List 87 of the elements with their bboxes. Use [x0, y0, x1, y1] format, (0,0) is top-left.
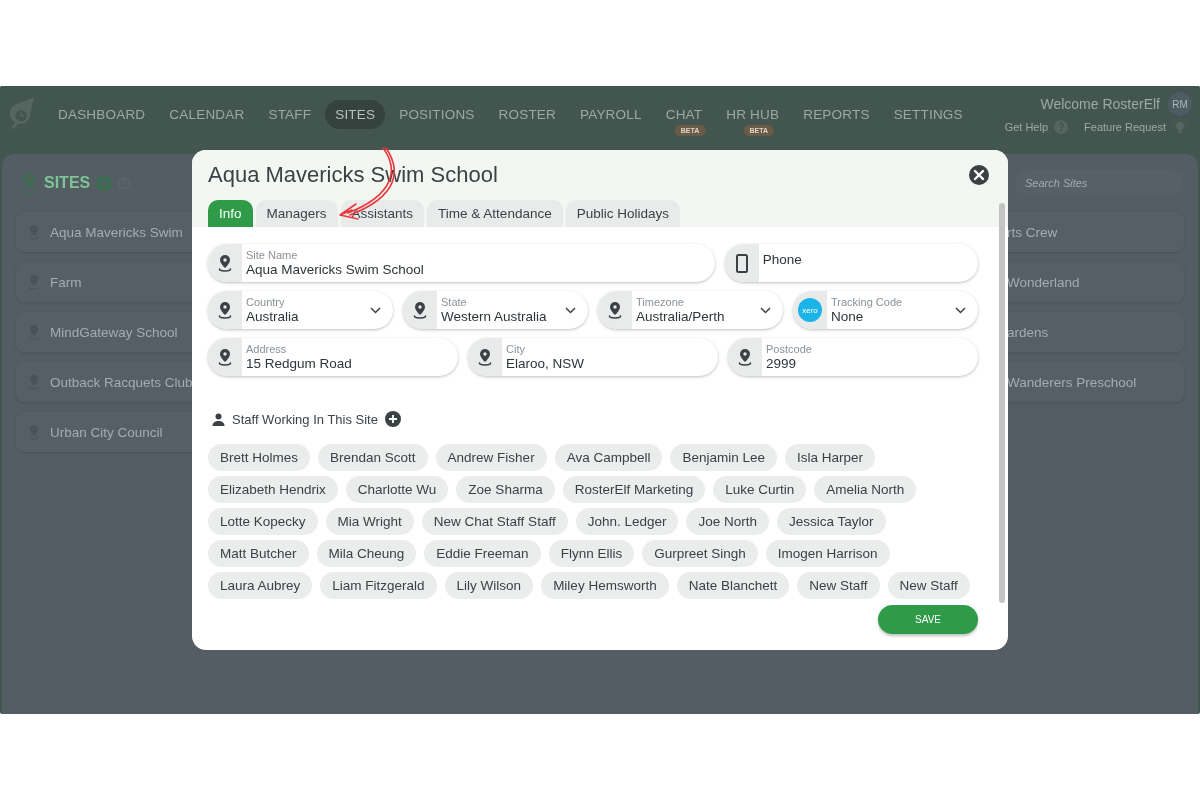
scrollbar[interactable] — [999, 203, 1005, 603]
field-label: City — [506, 342, 526, 355]
staff-chip[interactable]: John. Ledger — [575, 508, 679, 535]
staff-chip[interactable]: Laura Aubrey — [208, 572, 313, 599]
site-name: Wanderers Preschool — [1007, 374, 1137, 390]
xero-logo: xero — [798, 298, 822, 322]
location-pin-icon — [608, 301, 622, 319]
staff-chip[interactable]: Mila Cheung — [316, 540, 417, 567]
chevron-down-icon — [370, 306, 381, 314]
staff-chip[interactable]: Lily Wilson — [444, 572, 534, 599]
sites-title: SITES — [44, 174, 91, 192]
staff-chip[interactable]: Ava Campbell — [554, 444, 663, 471]
location-pin-icon — [413, 301, 427, 319]
staff-chip[interactable]: New Chat Staff Staff — [421, 508, 568, 535]
staff-chip[interactable]: Mia Wright — [325, 508, 414, 535]
site-name: Outback Racquets Club — [50, 374, 193, 390]
staff-chip[interactable]: New Staff — [887, 572, 970, 599]
field-label: Postcode — [766, 342, 813, 355]
field-value: None — [831, 308, 865, 325]
field-value: Western Australia — [441, 307, 548, 325]
location-pin-icon — [478, 348, 492, 366]
location-pin-icon — [20, 172, 38, 194]
input-field[interactable]: Site Name Aqua Mavericks Swim School — [208, 244, 715, 282]
chevron-down-icon — [760, 306, 771, 314]
input-field[interactable]: Address 15 Redgum Road — [208, 338, 458, 376]
nav-item[interactable]: SITES — [325, 100, 386, 129]
staff-chip[interactable]: Zoe Sharma — [456, 476, 555, 503]
chevron-down-icon — [955, 306, 966, 314]
staff-chip[interactable]: Miley Hemsworth — [541, 572, 669, 599]
input-field[interactable]: City Elaroo, NSW — [468, 338, 718, 376]
input-field[interactable]: Postcode 2999 — [728, 338, 978, 376]
field-label: State — [441, 295, 468, 308]
field-placeholder: Phone — [762, 251, 803, 267]
site-name: Aqua Mavericks Swim — [50, 224, 183, 240]
tab[interactable]: Assistants — [340, 200, 425, 227]
staff-chip[interactable]: New Staff — [797, 572, 880, 599]
field-value: Australia/Perth — [636, 307, 726, 325]
staff-chip[interactable]: Isla Harper — [785, 444, 876, 471]
staff-chip[interactable]: Eddie Freeman — [424, 540, 541, 567]
site-name: Farm — [50, 274, 82, 290]
select-field[interactable]: Timezone Australia/Perth — [598, 291, 783, 329]
welcome-text: Welcome RosterElf — [1040, 96, 1160, 112]
field-label: Tracking Code — [831, 295, 904, 308]
save-button[interactable]: SAVE — [878, 605, 978, 634]
location-pin-icon — [218, 254, 232, 272]
staff-chip[interactable]: Luke Curtin — [713, 476, 807, 503]
tab[interactable]: Info — [208, 200, 253, 227]
tab[interactable]: Time & Attendance — [427, 200, 563, 227]
site-name: ardens — [1007, 324, 1049, 340]
field-value: 2999 — [766, 354, 798, 372]
phone-icon — [735, 253, 748, 273]
staff-chip[interactable]: Flynn Ellis — [548, 540, 635, 567]
staff-chip[interactable]: Joe North — [686, 508, 769, 535]
staff-chip[interactable]: Amelia North — [814, 476, 917, 503]
select-field[interactable]: State Western Australia — [403, 291, 588, 329]
staff-chip[interactable]: Charlotte Wu — [345, 476, 449, 503]
tab[interactable]: Public Holidays — [565, 200, 680, 227]
staff-chip[interactable]: Liam Fitzgerald — [320, 572, 437, 599]
staff-chip[interactable]: Gurpreet Singh — [642, 540, 758, 567]
site-name: rts Crew — [1007, 224, 1058, 240]
staff-chip[interactable]: Nate Blanchett — [676, 572, 790, 599]
select-field[interactable]: Country Australia — [208, 291, 393, 329]
location-pin-icon — [218, 301, 232, 319]
chevron-down-icon — [565, 306, 576, 314]
field-label: Timezone — [636, 295, 685, 308]
select-field[interactable]: xero Tracking Code None — [793, 291, 978, 329]
staff-chip[interactable]: RosterElf Marketing — [562, 476, 706, 503]
add-icon[interactable] — [384, 411, 401, 427]
staff-chip[interactable]: Elizabeth Hendrix — [208, 476, 338, 503]
input-field[interactable]: Phone — [724, 244, 978, 282]
site-name: MindGateway School — [50, 324, 178, 340]
person-icon — [212, 412, 225, 426]
close-icon[interactable] — [968, 164, 990, 186]
staff-chip[interactable]: Jessica Taylor — [777, 508, 886, 535]
staff-chip[interactable]: Brendan Scott — [318, 444, 428, 471]
staff-chip[interactable]: Benjamin Lee — [670, 444, 777, 471]
staff-chip[interactable]: Andrew Fisher — [435, 444, 547, 471]
location-pin-icon — [218, 348, 232, 366]
staff-chip[interactable]: Lotte Kopecky — [208, 508, 318, 535]
staff-chip[interactable]: Matt Butcher — [208, 540, 309, 567]
site-name: Wonderland — [1007, 274, 1080, 290]
staff-chip[interactable]: Imogen Harrison — [765, 540, 890, 567]
site-name: Urban City Council — [50, 424, 163, 440]
location-pin-icon — [738, 348, 752, 366]
tab[interactable]: Managers — [255, 200, 338, 227]
field-value: Elaroo, NSW — [506, 355, 586, 372]
staff-chip[interactable]: Brett Holmes — [208, 444, 311, 471]
